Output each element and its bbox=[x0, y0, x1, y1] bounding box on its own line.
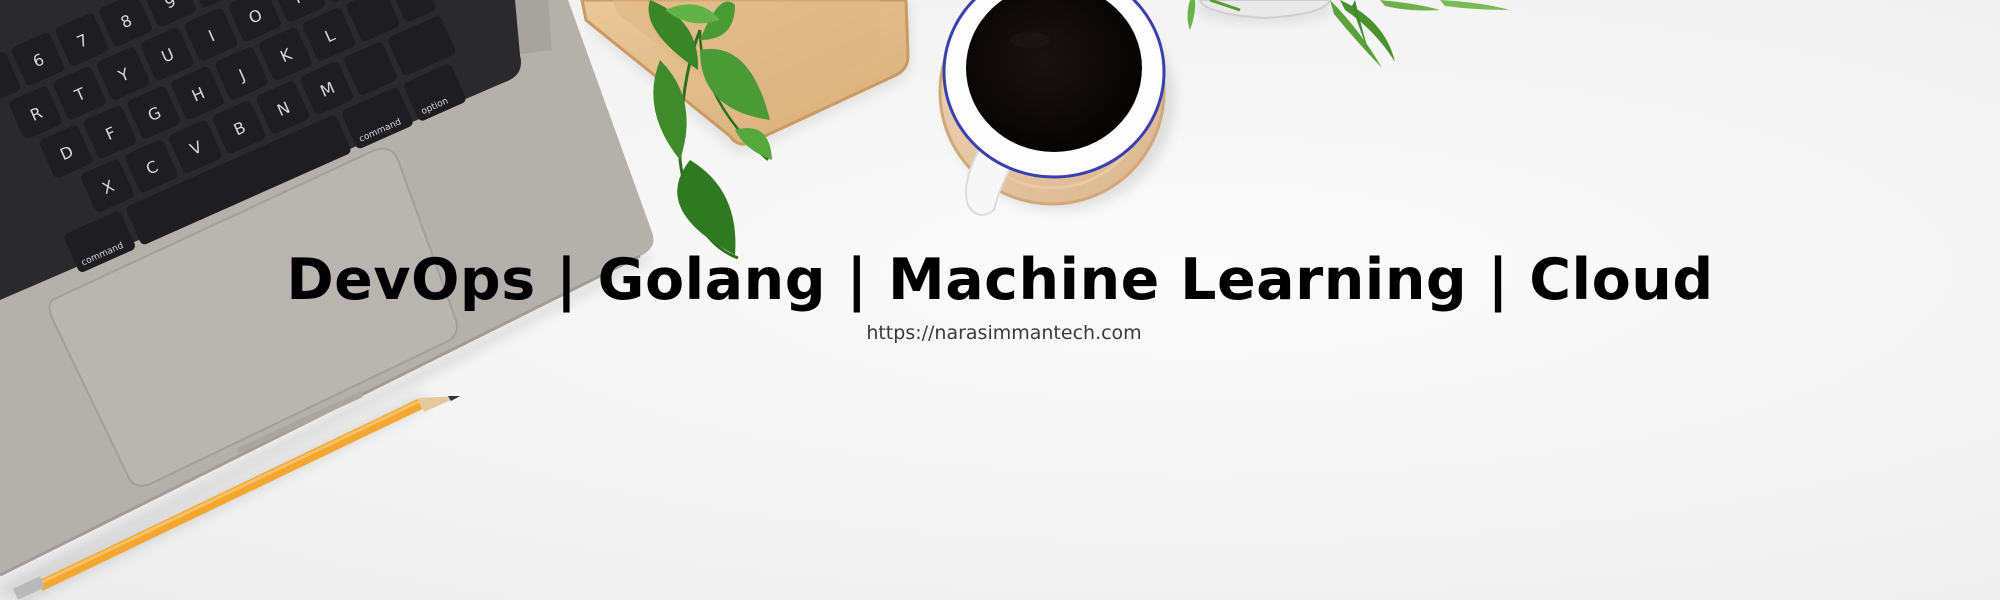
leaf bbox=[1440, 0, 1510, 10]
headline: DevOps | Golang | Machine Learning | Clo… bbox=[286, 247, 1714, 313]
leaf bbox=[1380, 0, 1440, 11]
leaf bbox=[1187, 0, 1196, 30]
coffee-cup bbox=[938, 0, 1175, 216]
leaf bbox=[677, 160, 736, 255]
potted-plant bbox=[1187, 0, 1510, 68]
banner: 5 6 7 8 9 R T Y U I O P D F G H J K bbox=[0, 0, 2000, 600]
site-url[interactable]: https://narasimmantech.com bbox=[864, 324, 1144, 343]
